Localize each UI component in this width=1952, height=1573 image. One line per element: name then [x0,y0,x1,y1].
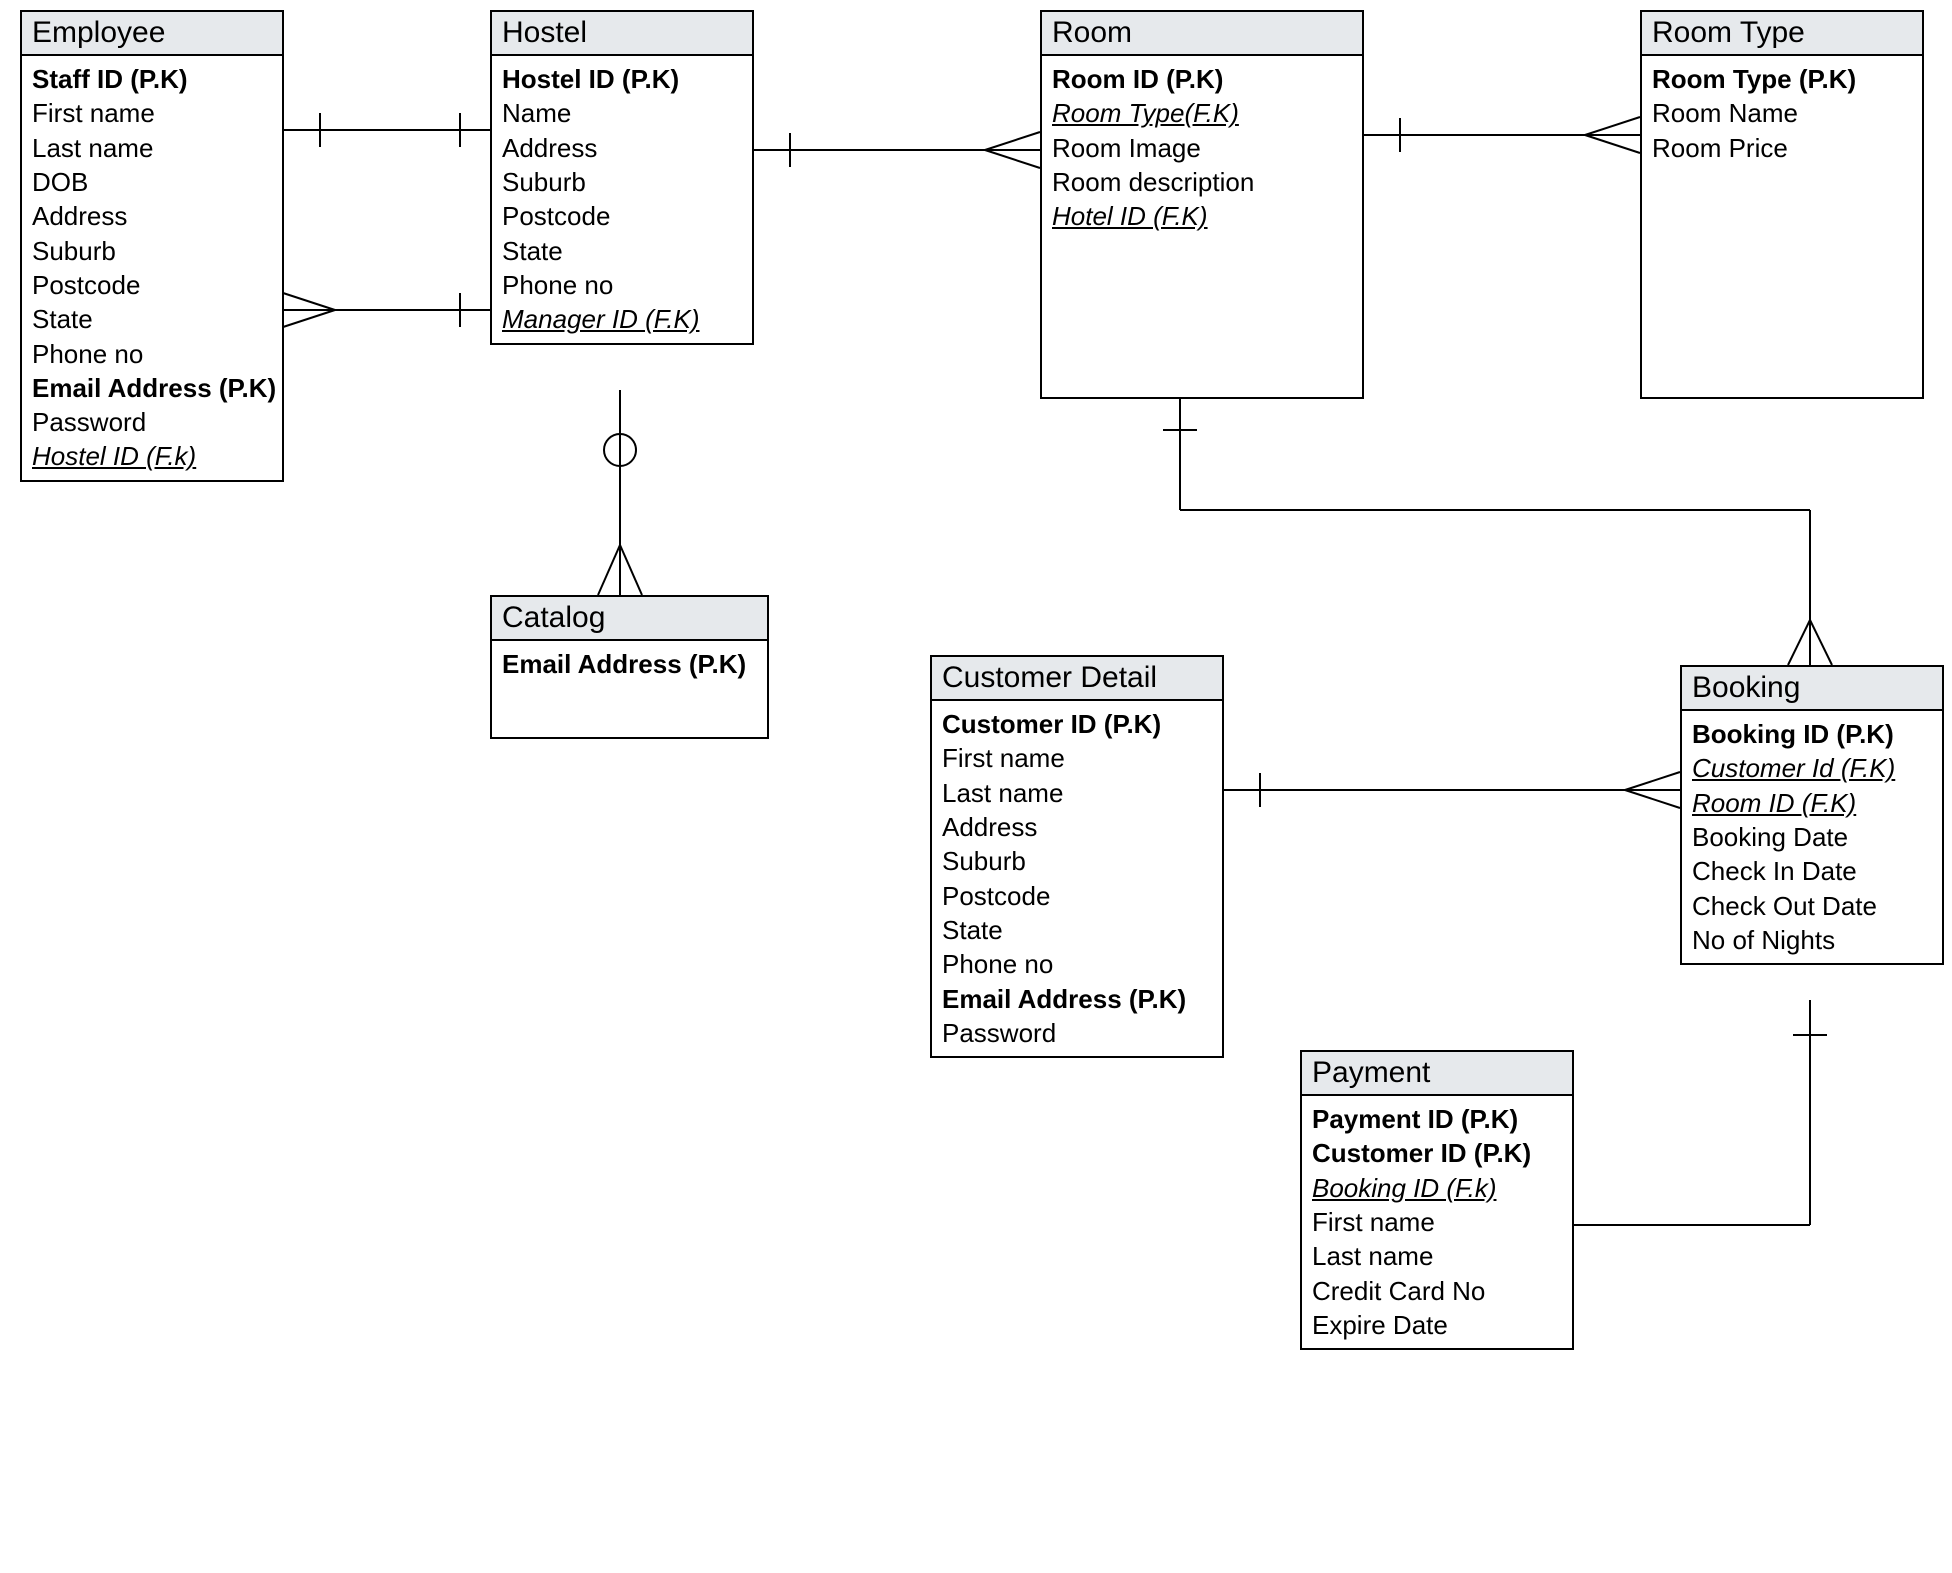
field: Room Image [1052,131,1352,165]
field: Hostel ID (P.K) [502,62,742,96]
field: State [942,913,1212,947]
entity-booking: Booking Booking ID (P.K)Customer Id (F.K… [1680,665,1944,965]
field: Customer ID (P.K) [942,707,1212,741]
field: Address [32,199,272,233]
field: First name [942,741,1212,775]
entity-payment: Payment Payment ID (P.K)Customer ID (P.K… [1300,1050,1574,1350]
field: Room Type(F.K) [1052,96,1352,130]
entity-title: Catalog [492,597,767,641]
field: Room Type (P.K) [1652,62,1912,96]
field: Email Address (P.K) [32,371,272,405]
field: Last name [1312,1239,1562,1273]
entity-employee: Employee Staff ID (P.K)First nameLast na… [20,10,284,482]
field: Postcode [502,199,742,233]
field: Room Price [1652,131,1912,165]
entity-title: Payment [1302,1052,1572,1096]
field: Suburb [32,234,272,268]
field: Expire Date [1312,1308,1562,1342]
field: State [502,234,742,268]
field: Address [942,810,1212,844]
field: First name [32,96,272,130]
field: Customer ID (P.K) [1312,1136,1562,1170]
field: Room Name [1652,96,1912,130]
field: Payment ID (P.K) [1312,1102,1562,1136]
field: Credit Card No [1312,1274,1562,1308]
field: Email Address (P.K) [942,982,1212,1016]
field: Customer Id (F.K) [1692,751,1932,785]
entity-body: Customer ID (P.K)First nameLast nameAddr… [932,701,1222,1056]
field: Room ID (F.K) [1692,786,1932,820]
entity-title: Employee [22,12,282,56]
field: Booking Date [1692,820,1932,854]
field: Manager ID (F.K) [502,302,742,336]
field: Last name [942,776,1212,810]
field: Password [942,1016,1212,1050]
entity-body: Room ID (P.K)Room Type(F.K)Room ImageRoo… [1042,56,1362,240]
entity-title: Booking [1682,667,1942,711]
field: Postcode [32,268,272,302]
field: Check Out Date [1692,889,1932,923]
entity-title: Hostel [492,12,752,56]
field: Address [502,131,742,165]
field: Postcode [942,879,1212,913]
field: Phone no [32,337,272,371]
entity-body: Room Type (P.K)Room NameRoom Price [1642,56,1922,171]
entity-room: Room Room ID (P.K)Room Type(F.K)Room Ima… [1040,10,1364,399]
entity-title: Room [1042,12,1362,56]
entity-body: Booking ID (P.K)Customer Id (F.K)Room ID… [1682,711,1942,963]
field: Hotel ID (F.K) [1052,199,1352,233]
field: Name [502,96,742,130]
field: State [32,302,272,336]
entity-body: Email Address (P.K) [492,641,767,687]
field: Suburb [942,844,1212,878]
field: Last name [32,131,272,165]
field: Password [32,405,272,439]
entity-customer: Customer Detail Customer ID (P.K)First n… [930,655,1224,1058]
entity-body: Payment ID (P.K)Customer ID (P.K)Booking… [1302,1096,1572,1348]
field: Suburb [502,165,742,199]
er-diagram-canvas: Employee Staff ID (P.K)First nameLast na… [0,0,1952,1573]
field: No of Nights [1692,923,1932,957]
field: Booking ID (F.k) [1312,1171,1562,1205]
field: DOB [32,165,272,199]
field: Email Address (P.K) [502,647,757,681]
entity-body: Staff ID (P.K)First nameLast nameDOBAddr… [22,56,282,480]
entity-catalog: Catalog Email Address (P.K) [490,595,769,739]
entity-title: Customer Detail [932,657,1222,701]
entity-hostel: Hostel Hostel ID (P.K)NameAddressSuburbP… [490,10,754,345]
field: First name [1312,1205,1562,1239]
field: Hostel ID (F.k) [32,439,272,473]
field: Phone no [942,947,1212,981]
field: Staff ID (P.K) [32,62,272,96]
field: Check In Date [1692,854,1932,888]
entity-title: Room Type [1642,12,1922,56]
field: Phone no [502,268,742,302]
field: Room description [1052,165,1352,199]
field: Room ID (P.K) [1052,62,1352,96]
entity-roomtype: Room Type Room Type (P.K)Room NameRoom P… [1640,10,1924,399]
field: Booking ID (P.K) [1692,717,1932,751]
entity-body: Hostel ID (P.K)NameAddressSuburbPostcode… [492,56,752,343]
